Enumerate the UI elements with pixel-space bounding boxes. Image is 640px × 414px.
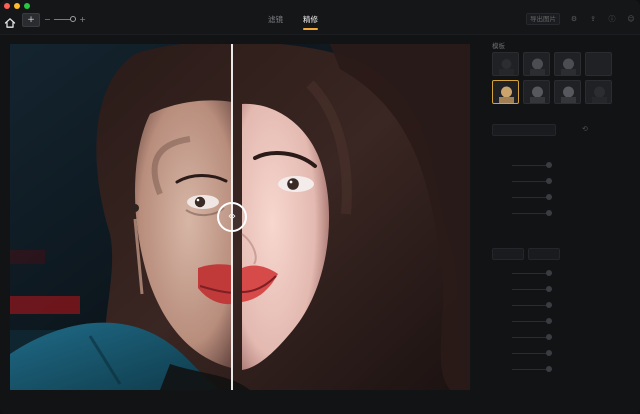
template-thumbnail-selected[interactable] (492, 80, 519, 104)
slider-row[interactable] (492, 332, 554, 342)
slider-row[interactable] (492, 160, 554, 170)
slider-row[interactable] (492, 176, 554, 186)
slider-row[interactable] (492, 192, 554, 202)
slider-row[interactable] (492, 208, 554, 218)
top-toolbar: + − + 滤镜 精修 导出图片 ⚙ ⇪ ⓘ ☺ (0, 0, 640, 35)
panel-action-button[interactable] (492, 124, 556, 136)
home-icon[interactable] (4, 14, 16, 28)
zoom-in-icon[interactable]: + (79, 15, 86, 24)
template-thumbnail[interactable] (554, 80, 581, 104)
panel-title: 模板 (492, 42, 505, 50)
template-thumbnail[interactable] (554, 52, 581, 76)
window-controls (4, 3, 30, 9)
slider-knob[interactable] (546, 286, 552, 292)
slider-knob[interactable] (546, 318, 552, 324)
template-thumbnail[interactable] (585, 80, 612, 104)
export-button[interactable]: 导出图片 (526, 13, 560, 25)
slider-knob[interactable] (546, 270, 552, 276)
app-window: + − + 滤镜 精修 导出图片 ⚙ ⇪ ⓘ ☺ ‹› 模板 ⟲ (0, 0, 640, 414)
zoom-out-icon[interactable]: − (44, 15, 51, 24)
mode-buttons (492, 248, 560, 260)
add-image-button[interactable]: + (22, 13, 40, 27)
zoom-control[interactable]: − + (44, 13, 86, 25)
template-thumbnail[interactable] (523, 80, 550, 104)
slider-knob[interactable] (546, 334, 552, 340)
share-icon[interactable]: ⇪ (588, 14, 598, 24)
tab-retouch[interactable]: 精修 (303, 14, 318, 30)
slider-row[interactable] (492, 300, 554, 310)
zoom-slider-thumb[interactable] (69, 15, 76, 22)
zoom-window-button[interactable] (24, 3, 30, 9)
slider-knob[interactable] (546, 210, 552, 216)
image-canvas[interactable]: ‹› (10, 44, 470, 390)
right-actions: 导出图片 ⚙ ⇪ ⓘ ☺ (526, 13, 636, 25)
close-window-button[interactable] (4, 3, 10, 9)
thumbnail-row-2 (492, 80, 616, 104)
sliders-icon[interactable]: ⚙ (569, 14, 579, 24)
slider-knob[interactable] (546, 366, 552, 372)
right-panel: 模板 ⟲ (482, 40, 640, 414)
template-thumbnails (492, 52, 616, 108)
chevron-left-right-icon: ‹› (228, 211, 236, 222)
mode-tabs: 滤镜 精修 (268, 14, 318, 30)
slider-row[interactable] (492, 364, 554, 374)
template-thumbnail[interactable] (523, 52, 550, 76)
minimize-window-button[interactable] (14, 3, 20, 9)
info-icon[interactable]: ⓘ (607, 14, 617, 24)
slider-knob[interactable] (546, 302, 552, 308)
slider-row[interactable] (492, 348, 554, 358)
slider-row[interactable] (492, 316, 554, 326)
slider-knob[interactable] (546, 178, 552, 184)
mode-button[interactable] (528, 248, 560, 260)
tab-filter[interactable]: 滤镜 (268, 14, 283, 30)
slider-row[interactable] (492, 284, 554, 294)
slider-knob[interactable] (546, 194, 552, 200)
compare-split-handle[interactable]: ‹› (217, 202, 247, 232)
slider-row[interactable] (492, 268, 554, 278)
mode-button[interactable] (492, 248, 524, 260)
template-thumbnail[interactable] (585, 52, 612, 76)
slider-knob[interactable] (546, 350, 552, 356)
user-icon[interactable]: ☺ (626, 14, 636, 24)
thumbnail-row-1 (492, 52, 616, 76)
slider-knob[interactable] (546, 162, 552, 168)
template-thumbnail[interactable] (492, 52, 519, 76)
panel-action-icon[interactable]: ⟲ (582, 124, 592, 134)
zoom-slider-track[interactable] (53, 15, 77, 22)
